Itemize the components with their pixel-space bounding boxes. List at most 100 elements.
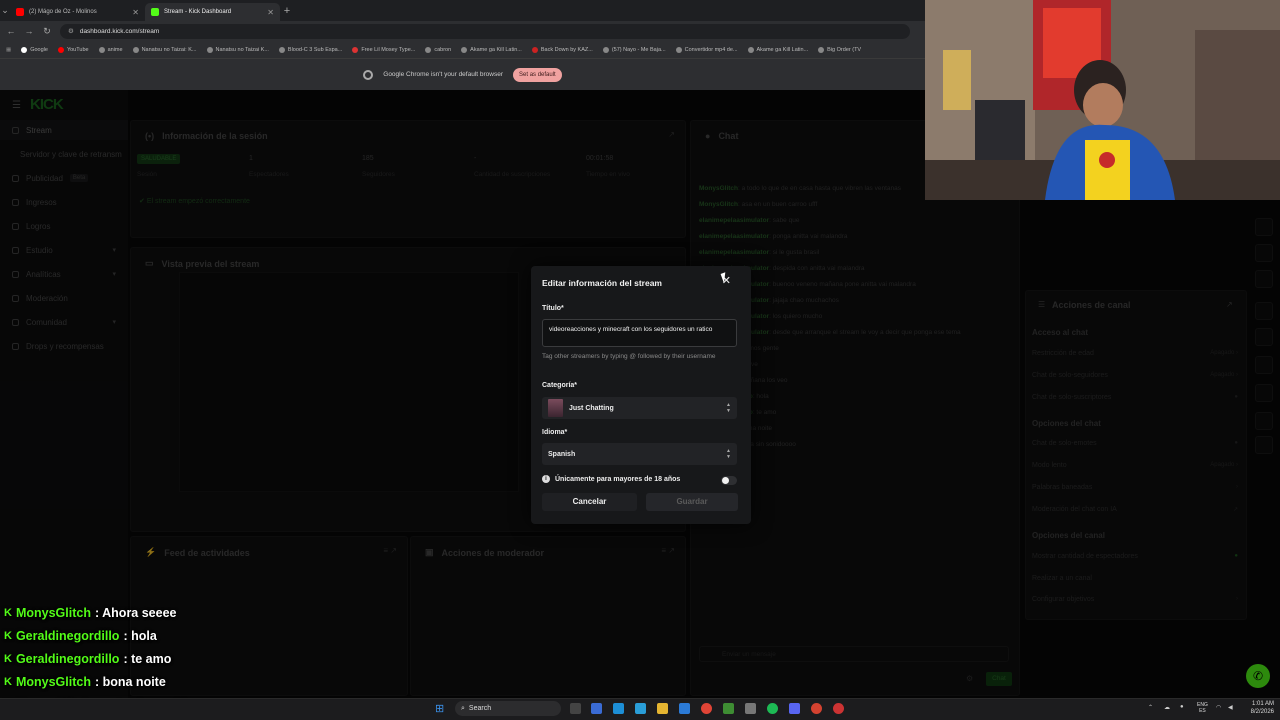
bookmark-icon <box>98 46 105 53</box>
reload-icon[interactable]: ↻ <box>42 26 52 37</box>
title-label: Título* <box>542 305 564 312</box>
new-tab-icon[interactable]: + <box>280 5 294 17</box>
cloud-icon[interactable]: ☁ <box>1164 704 1170 711</box>
overlay-username: Geraldinegordillo <box>15 629 120 643</box>
title-help-text: Tag other streamers by typing @ followed… <box>542 353 716 360</box>
overlay-chat-message: K MonysGlitch: Ahora seeee <box>4 606 177 620</box>
bookmark[interactable]: Akame ga Kill Latin... <box>747 46 808 53</box>
bookmark-icon <box>352 46 359 53</box>
chrome-icon[interactable] <box>811 703 822 714</box>
back-icon[interactable]: ← <box>6 26 16 36</box>
spotify-icon[interactable] <box>767 703 778 714</box>
bookmark-icon <box>818 46 825 53</box>
modal-title: Editar información del stream <box>542 278 662 288</box>
windows-start-icon[interactable]: ⊞ <box>435 702 444 715</box>
bookmark[interactable]: Nanatsu no Taizai: K... <box>132 46 197 53</box>
discord-icon[interactable] <box>789 703 800 714</box>
language-select[interactable]: Spanish ▲ ▼ <box>542 443 737 465</box>
volume-icon[interactable]: ◀ <box>1228 704 1233 711</box>
category-label: Categoría* <box>542 382 578 389</box>
bookmark[interactable]: Convertidor mp4 de... <box>675 46 738 53</box>
default-browser-infobar: Google Chrome isn't your default browser… <box>0 58 925 90</box>
bookmark[interactable]: (57) Nayo - Me Baja... <box>602 46 666 53</box>
overlay-chat-message: K Geraldinegordillo: te amo <box>4 652 171 666</box>
app-icon[interactable] <box>833 703 844 714</box>
cancel-button[interactable]: Cancelar <box>542 493 637 511</box>
bookmark-icon <box>675 46 682 53</box>
bookmark[interactable]: Free Lil Mosey Type... <box>352 46 415 53</box>
store-icon[interactable] <box>635 703 646 714</box>
bookmark[interactable]: anime <box>98 46 123 53</box>
taskbar-search[interactable]: ⌕ Search <box>455 701 561 716</box>
bookmark-icon <box>425 46 432 53</box>
bookmark-icon <box>132 46 139 53</box>
bookmark[interactable]: Back Down by KAZ... <box>531 46 593 53</box>
chrome-icon <box>363 69 374 80</box>
bookmark[interactable]: Big Order (TV <box>818 46 861 53</box>
category-thumbnail <box>548 399 563 417</box>
bookmark-icon <box>461 46 468 53</box>
youtube-icon <box>57 46 64 53</box>
category-select[interactable]: Just Chatting ▲ ▼ <box>542 397 737 419</box>
overlay-text: : te amo <box>123 652 172 666</box>
address-bar-row: ← → ↻ ⚙ dashboard.kick.com/stream <box>0 21 925 41</box>
forward-icon[interactable]: → <box>24 26 34 36</box>
language-label: Idioma* <box>542 429 568 436</box>
save-button[interactable]: Guardar <box>646 493 738 511</box>
overlay-username: Geraldinegordillo <box>15 652 120 666</box>
system-clock[interactable]: 1:01 AM 8/2/2026 <box>1251 700 1274 716</box>
select-arrows-icon: ▲ ▼ <box>726 448 731 460</box>
title-input[interactable]: videoreacciones y minecraft con los segu… <box>542 319 737 347</box>
webcam-feed <box>925 0 1280 200</box>
url-text: dashboard.kick.com/stream <box>79 27 160 35</box>
tab-list-icon[interactable]: ⌄ <box>0 5 10 16</box>
bookmark-icon <box>531 46 538 53</box>
language-indicator[interactable]: ENG ES <box>1197 702 1208 714</box>
mic-icon[interactable]: ● <box>1180 704 1184 710</box>
task-view-icon[interactable] <box>570 703 581 714</box>
infobar-text: Google Chrome isn't your default browser <box>383 71 504 78</box>
bookmark[interactable]: YouTube <box>57 46 89 53</box>
overlay-chat-message: K Geraldinegordillo: hola <box>4 629 157 643</box>
bookmark[interactable]: cabron <box>425 46 451 53</box>
kick-badge-icon: K <box>4 653 12 665</box>
edge-icon[interactable] <box>613 703 624 714</box>
select-arrows-icon: ▲ ▼ <box>726 402 731 414</box>
age-restriction-row: i Únicamente para mayores de 18 años <box>542 475 680 483</box>
overlay-text: : hola <box>123 629 157 643</box>
url-field[interactable]: ⚙ dashboard.kick.com/stream <box>60 23 910 39</box>
close-tab-icon[interactable]: ✕ <box>132 8 139 17</box>
kick-badge-icon: K <box>4 676 12 688</box>
kick-badge-icon: K <box>4 630 12 642</box>
browser-tab-youtube[interactable]: (2) Mágo de Oz - Molinos ✕ <box>10 3 145 21</box>
bookmark-icon <box>747 46 754 53</box>
browser-tab-bar: ⌄ (2) Mágo de Oz - Molinos ✕ Stream - Ki… <box>0 0 925 21</box>
tab-title: (2) Mágo de Oz - Molinos <box>29 9 97 15</box>
set-default-button[interactable]: Set as default <box>513 67 562 82</box>
browser-tab-kick[interactable]: Stream - Kick Dashboard ✕ <box>145 3 280 21</box>
wifi-icon[interactable]: ◠ <box>1216 704 1221 711</box>
close-tab-icon[interactable]: ✕ <box>267 8 274 17</box>
overlay-text: : bona noite <box>94 675 166 689</box>
age-restriction-toggle[interactable] <box>721 476 737 485</box>
overlay-chat-message: K MonysGlitch: bona noite <box>4 675 166 689</box>
apps-icon[interactable]: ▦ <box>6 47 11 53</box>
site-info-icon[interactable]: ⚙ <box>68 27 74 35</box>
mail-icon[interactable] <box>679 703 690 714</box>
tray-chevron-icon[interactable]: ⌃ <box>1148 704 1153 711</box>
app-icon[interactable] <box>745 703 756 714</box>
file-explorer-icon[interactable] <box>657 703 668 714</box>
bookmark-icon <box>278 46 285 53</box>
search-icon: ⌕ <box>461 704 465 712</box>
google-icon <box>21 46 28 53</box>
minecraft-icon[interactable] <box>723 703 734 714</box>
overlay-username: MonysGlitch <box>15 675 91 689</box>
bookmarks-bar: ▦ Google YouTube anime Nanatsu no Taizai… <box>0 41 925 58</box>
bookmark[interactable]: Google <box>21 46 48 53</box>
bookmark[interactable]: Nanatsu no Taizai K... <box>206 46 269 53</box>
kick-favicon-icon <box>151 8 159 16</box>
bookmark[interactable]: Akame ga Kill Latin... <box>461 46 522 53</box>
chrome-icon[interactable] <box>701 703 712 714</box>
bookmark[interactable]: Blood-C 3 Sub Espa... <box>278 46 342 53</box>
app-icon[interactable] <box>591 703 602 714</box>
